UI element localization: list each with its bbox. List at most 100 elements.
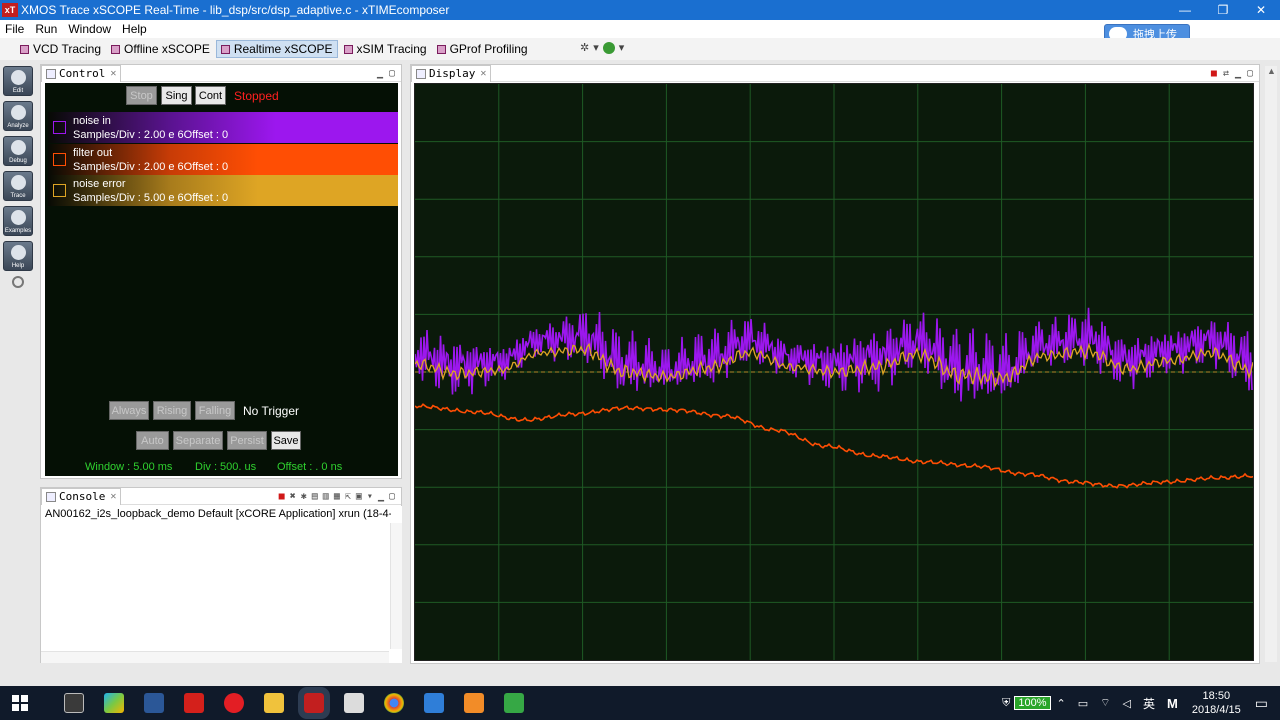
close-tab-icon[interactable]: ✕ [110,491,116,502]
battery-icon[interactable]: ▭ [1078,697,1088,710]
display-scrollbar[interactable]: ▲ [1265,66,1277,662]
open-console-icon[interactable]: ▾ [367,491,373,502]
ime-indicator[interactable]: 英 [1143,695,1155,712]
run-icon[interactable] [602,41,615,54]
volume-icon[interactable]: ◁ [1123,697,1131,710]
sidebar-label: Analyze [7,123,29,129]
edit-perspective-button[interactable]: Edit [3,66,33,96]
music-app-icon[interactable] [224,693,244,713]
trace-perspective-icon [220,44,230,54]
orange-app-icon[interactable] [464,693,484,713]
battery-indicator[interactable]: 100% [1014,696,1051,710]
question-icon [11,245,26,260]
console-output[interactable]: AN00162_i2s_loopback_demo Default [xCORE… [41,506,402,663]
stop-button[interactable]: Stop [126,86,157,105]
word-icon[interactable] [144,693,164,713]
remove-launch-icon[interactable]: ✖ [290,491,296,502]
display-console-icon[interactable]: ▣ [356,491,362,502]
trigger-always-button[interactable]: Always [109,401,149,420]
menu-file[interactable]: File [0,22,30,36]
clear-console-icon[interactable]: ▤ [312,491,318,502]
shield-icon[interactable]: ⛨ [1002,697,1010,710]
maximize-view-icon[interactable]: ▢ [389,68,395,79]
analyze-perspective-button[interactable]: Analyze [3,101,33,131]
perspective-vcd-tracing[interactable]: VCD Tracing [16,40,105,58]
tab-control[interactable]: Control ✕ [41,64,122,82]
youdao-icon[interactable] [184,693,204,713]
word-wrap-icon[interactable]: ▦ [334,491,340,502]
perspective-label: Offline xSCOPE [124,42,210,56]
terminate-icon[interactable]: ■ [279,491,285,502]
persist-button[interactable]: Persist [227,431,267,450]
remove-all-icon[interactable]: ✱ [301,491,307,502]
separate-button[interactable]: Separate [173,431,223,450]
clock[interactable]: 18:50 2018/4/15 [1192,689,1241,717]
minimize-view-icon[interactable]: ▁ [377,68,383,79]
calculator-icon[interactable] [64,693,84,713]
perspective-offline-xscope[interactable]: Offline xSCOPE [107,40,214,58]
settings-gear-icon[interactable] [12,276,24,288]
file-explorer-icon[interactable] [264,693,284,713]
signal-checkbox[interactable] [53,121,66,134]
perspective-label: VCD Tracing [33,42,102,56]
perspective-gprof-profiling[interactable]: GProf Profiling [433,40,532,58]
maximize-view-icon[interactable]: ▢ [389,491,395,502]
tray-chevron-icon[interactable]: ⌃ [1057,697,1066,710]
window-title: XMOS Trace xSCOPE Real-Time - lib_dsp/sr… [21,3,450,17]
ime-mode-indicator[interactable]: M [1167,696,1178,711]
tab-display[interactable]: Display ✕ [411,64,492,82]
console-hscrollbar[interactable] [41,651,389,663]
tab-console[interactable]: Console ✕ [41,487,122,505]
continuous-button[interactable]: Cont [195,86,226,105]
signal-name: noise error [73,178,126,190]
trigger-rising-button[interactable]: Rising [153,401,191,420]
signal-row-noise-error[interactable]: noise error Samples/Div : 5.00 e 6Offset… [48,175,398,206]
menu-help[interactable]: Help [117,22,153,36]
signal-row-noise-in[interactable]: noise in Samples/Div : 2.00 e 6Offset : … [48,112,398,143]
minimize-view-icon[interactable]: ▁ [378,491,384,502]
close-tab-icon[interactable]: ✕ [480,68,486,79]
help-perspective-button[interactable]: Help [3,241,33,271]
menu-window[interactable]: Window [63,22,117,36]
signal-checkbox[interactable] [53,184,66,197]
usb-device-icon[interactable] [344,693,364,713]
debug-gear-icon[interactable]: ✲ [580,41,589,54]
minimize-view-icon[interactable]: ▁ [1235,68,1241,79]
menu-run[interactable]: Run [30,22,63,36]
scroll-lock-icon[interactable]: ▥ [323,491,329,502]
chrome-icon[interactable] [384,693,404,713]
media-player-icon[interactable] [104,693,124,713]
close-button[interactable]: ✕ [1242,0,1280,20]
tab-label: Display [429,67,476,80]
pin-console-icon[interactable]: ⇱ [345,491,351,502]
scroll-up-icon[interactable]: ▲ [1267,66,1276,76]
network-icon[interactable]: ⌔ [1100,696,1110,710]
maximize-button[interactable]: ❐ [1204,0,1242,20]
wechat-icon[interactable] [504,693,524,713]
auto-button[interactable]: Auto [136,431,169,450]
maximize-view-icon[interactable]: ▢ [1247,68,1253,79]
chevron-down-icon[interactable]: ▾ [593,41,599,54]
trigger-falling-button[interactable]: Falling [195,401,235,420]
baidu-cloud-icon[interactable] [424,693,444,713]
console-scrollbar[interactable] [390,523,402,649]
single-button[interactable]: Sing [161,86,192,105]
windows-start-icon[interactable] [12,695,28,711]
signal-checkbox[interactable] [53,153,66,166]
debug-perspective-button[interactable]: Debug [3,136,33,166]
notification-icon[interactable]: ▭ [1255,695,1268,712]
sync-icon[interactable]: ⇄ [1223,68,1229,79]
trace-perspective-button[interactable]: Trace [3,171,33,201]
database-icon [11,210,26,225]
close-tab-icon[interactable]: ✕ [110,68,116,79]
xtimecomposer-taskbar-icon[interactable] [298,687,330,719]
perspective-realtime-xscope[interactable]: Realtime xSCOPE [215,40,338,58]
chevron-down-icon[interactable]: ▾ [619,41,625,54]
save-button[interactable]: Save [271,431,301,450]
scope-display[interactable] [414,83,1254,661]
perspective-xsim-tracing[interactable]: xSIM Tracing [340,40,431,58]
signal-row-filter-out[interactable]: filter out Samples/Div : 2.00 e 6Offset … [48,144,398,175]
minimize-button[interactable]: — [1166,0,1204,20]
stop-record-icon[interactable]: ■ [1211,68,1217,79]
examples-perspective-button[interactable]: Examples [3,206,33,236]
